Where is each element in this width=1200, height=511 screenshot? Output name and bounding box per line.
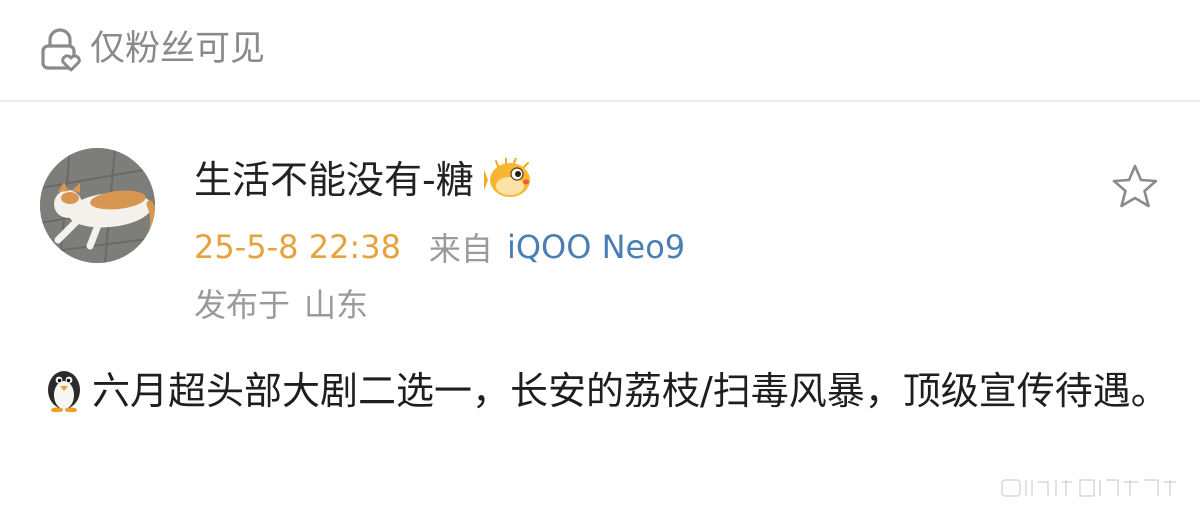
source-device-link[interactable]: iQOO Neo9 [507,228,685,266]
author-name[interactable]: 生活不能没有-糖 [194,152,474,208]
visibility-indicator: 仅粉丝可见 [38,26,265,72]
top-bar: 仅粉丝可见 [0,0,1200,100]
header-divider [0,100,1200,102]
location-value: 山东 [304,286,369,324]
watermark [1000,478,1178,498]
star-outline-icon[interactable] [1110,163,1160,211]
pufferfish-emoji-icon [483,157,532,202]
post-text: 六月超头部大剧二选一，长安的荔枝/扫毒风暴，顶级宣传待遇。 [92,369,1169,413]
post-meta-row: 25-5-8 22:38 来自 iQOO Neo9 [194,224,685,270]
author-name-row: 生活不能没有-糖 [194,152,532,208]
source-prefix: 来自 [428,230,493,268]
post-time[interactable]: 25-5-8 22:38 [194,228,401,266]
lock-heart-icon [38,26,84,72]
location-prefix: 发布于 [194,286,291,324]
post-content: 六月超头部大剧二选一，长安的荔枝/扫毒风暴，顶级宣传待遇。 [42,360,1172,422]
visibility-label: 仅粉丝可见 [90,29,266,69]
location-row: 发布于 山东 [194,280,368,326]
penguin-emoji-icon [42,364,86,413]
avatar[interactable] [40,148,155,263]
